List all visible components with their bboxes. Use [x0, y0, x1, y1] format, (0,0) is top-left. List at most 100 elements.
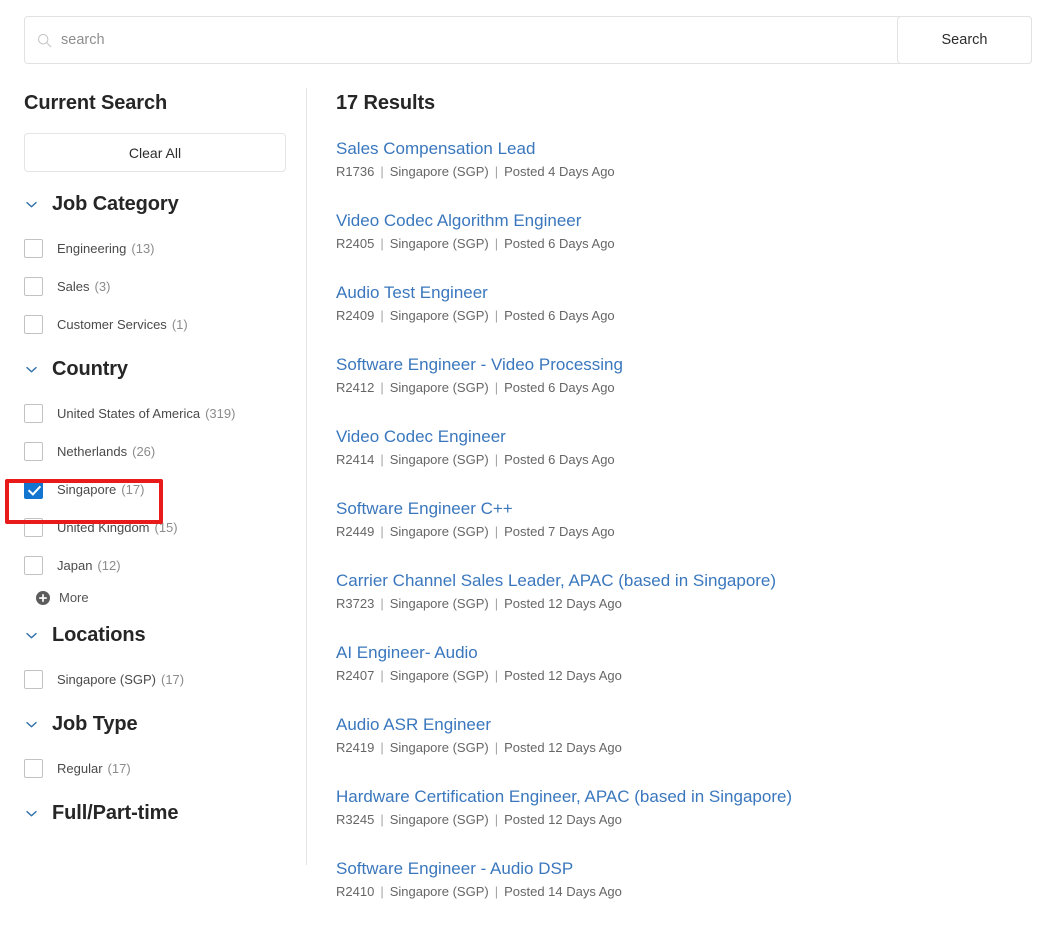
meta-separator: | [489, 524, 504, 539]
search-input[interactable] [61, 32, 881, 48]
job-result-item: Audio Test Engineer R2409|Singapore (SGP… [336, 283, 1036, 324]
checkbox-sales[interactable] [24, 277, 43, 296]
chevron-down-icon [24, 717, 39, 732]
job-title-link[interactable]: Software Engineer C++ [336, 499, 1036, 519]
facet-option-label: Customer Services [57, 317, 167, 332]
search-button[interactable]: Search [897, 16, 1032, 64]
facet-option-regular[interactable]: Regular (17) [24, 755, 286, 781]
job-meta: R2410|Singapore (SGP)|Posted 14 Days Ago [336, 884, 1036, 900]
facet-option-sales[interactable]: Sales (3) [24, 273, 286, 299]
checkbox-regular[interactable] [24, 759, 43, 778]
job-posted: Posted 6 Days Ago [504, 308, 615, 323]
job-posted: Posted 6 Days Ago [504, 236, 615, 251]
job-location: Singapore (SGP) [390, 236, 489, 251]
facet-option-count: (3) [95, 279, 111, 294]
facet-option-count: (12) [97, 558, 120, 573]
job-meta: R2407|Singapore (SGP)|Posted 12 Days Ago [336, 668, 1036, 684]
facet-option-japan[interactable]: Japan (12) [24, 552, 286, 578]
job-req-id: R1736 [336, 164, 374, 179]
job-posted: Posted 12 Days Ago [504, 812, 622, 827]
job-req-id: R3245 [336, 812, 374, 827]
facet-option-singapore-sgp[interactable]: Singapore (SGP) (17) [24, 666, 286, 692]
facet-header-job-category[interactable]: Job Category [24, 184, 286, 225]
job-result-item: Sales Compensation Lead R1736|Singapore … [336, 139, 1036, 180]
facet-header-country[interactable]: Country [24, 349, 286, 390]
facet-options-country: United States of America (319) Netherlan… [24, 390, 286, 605]
job-posted: Posted 14 Days Ago [504, 884, 622, 899]
plus-circle-icon [36, 591, 50, 605]
facet-option-label: Japan [57, 558, 92, 573]
checkbox-united-kingdom[interactable] [24, 518, 43, 537]
facet-group-job-type: Job Type Regular (17) [24, 704, 286, 781]
facet-option-united-kingdom[interactable]: United Kingdom (15) [24, 514, 286, 540]
facet-option-count: (26) [132, 444, 155, 459]
checkbox-engineering[interactable] [24, 239, 43, 258]
clear-all-button[interactable]: Clear All [24, 133, 286, 172]
facet-option-united-states-of-america[interactable]: United States of America (319) [24, 400, 286, 426]
job-req-id: R2407 [336, 668, 374, 683]
facet-option-count: (13) [131, 241, 154, 256]
meta-separator: | [489, 740, 504, 755]
checkbox-japan[interactable] [24, 556, 43, 575]
job-posted: Posted 12 Days Ago [504, 596, 622, 611]
facet-option-count: (17) [108, 761, 131, 776]
column-divider [306, 88, 307, 865]
checkbox-customer-services[interactable] [24, 315, 43, 334]
checkbox-singapore-sgp[interactable] [24, 670, 43, 689]
job-title-link[interactable]: Carrier Channel Sales Leader, APAC (base… [336, 571, 1036, 591]
meta-separator: | [374, 524, 389, 539]
job-req-id: R3723 [336, 596, 374, 611]
job-location: Singapore (SGP) [390, 164, 489, 179]
facet-options-job-type: Regular (17) [24, 745, 286, 781]
facet-header-full-part-time[interactable]: Full/Part-time [24, 793, 286, 834]
job-result-item: Software Engineer - Audio DSP R2410|Sing… [336, 859, 1036, 900]
job-req-id: R2419 [336, 740, 374, 755]
job-title-link[interactable]: Software Engineer - Audio DSP [336, 859, 1036, 879]
meta-separator: | [489, 596, 504, 611]
job-posted: Posted 12 Days Ago [504, 668, 622, 683]
job-posted: Posted 7 Days Ago [504, 524, 615, 539]
facet-option-label: Regular [57, 761, 103, 776]
facet-option-label: Engineering [57, 241, 126, 256]
job-title-link[interactable]: Sales Compensation Lead [336, 139, 1036, 159]
chevron-down-icon [24, 628, 39, 643]
meta-separator: | [374, 452, 389, 467]
facet-option-count: (17) [161, 672, 184, 687]
job-req-id: R2405 [336, 236, 374, 251]
job-title-link[interactable]: Video Codec Algorithm Engineer [336, 211, 1036, 231]
facet-group-locations: Locations Singapore (SGP) (17) [24, 615, 286, 692]
facet-option-customer-services[interactable]: Customer Services (1) [24, 311, 286, 337]
facet-group-full-part-time: Full/Part-time [24, 793, 286, 834]
job-title-link[interactable]: Software Engineer - Video Processing [336, 355, 1036, 375]
facet-option-count: (1) [172, 317, 188, 332]
meta-separator: | [374, 164, 389, 179]
meta-separator: | [374, 236, 389, 251]
checkbox-singapore[interactable] [24, 480, 43, 499]
meta-separator: | [374, 668, 389, 683]
job-title-link[interactable]: AI Engineer- Audio [336, 643, 1036, 663]
meta-separator: | [374, 812, 389, 827]
facet-option-engineering[interactable]: Engineering (13) [24, 235, 286, 261]
checkbox-united-states-of-america[interactable] [24, 404, 43, 423]
facet-header-locations[interactable]: Locations [24, 615, 286, 656]
job-posted: Posted 6 Days Ago [504, 452, 615, 467]
facet-option-count: (15) [155, 520, 178, 535]
job-title-link[interactable]: Audio Test Engineer [336, 283, 1036, 303]
facet-title: Locations [52, 624, 146, 647]
job-meta: R3723|Singapore (SGP)|Posted 12 Days Ago [336, 596, 1036, 612]
facet-title: Country [52, 358, 128, 381]
job-title-link[interactable]: Hardware Certification Engineer, APAC (b… [336, 787, 1036, 807]
job-result-item: Video Codec Engineer R2414|Singapore (SG… [336, 427, 1036, 468]
facet-option-netherlands[interactable]: Netherlands (26) [24, 438, 286, 464]
job-meta: R2405|Singapore (SGP)|Posted 6 Days Ago [336, 236, 1036, 252]
meta-separator: | [489, 236, 504, 251]
more-countries-link[interactable]: More [36, 590, 286, 605]
job-title-link[interactable]: Audio ASR Engineer [336, 715, 1036, 735]
job-title-link[interactable]: Video Codec Engineer [336, 427, 1036, 447]
job-result-item: Carrier Channel Sales Leader, APAC (base… [336, 571, 1036, 612]
facet-option-singapore[interactable]: Singapore (17) [24, 476, 286, 502]
checkbox-netherlands[interactable] [24, 442, 43, 461]
facet-header-job-type[interactable]: Job Type [24, 704, 286, 745]
job-meta: R3245|Singapore (SGP)|Posted 12 Days Ago [336, 812, 1036, 828]
job-location: Singapore (SGP) [390, 524, 489, 539]
